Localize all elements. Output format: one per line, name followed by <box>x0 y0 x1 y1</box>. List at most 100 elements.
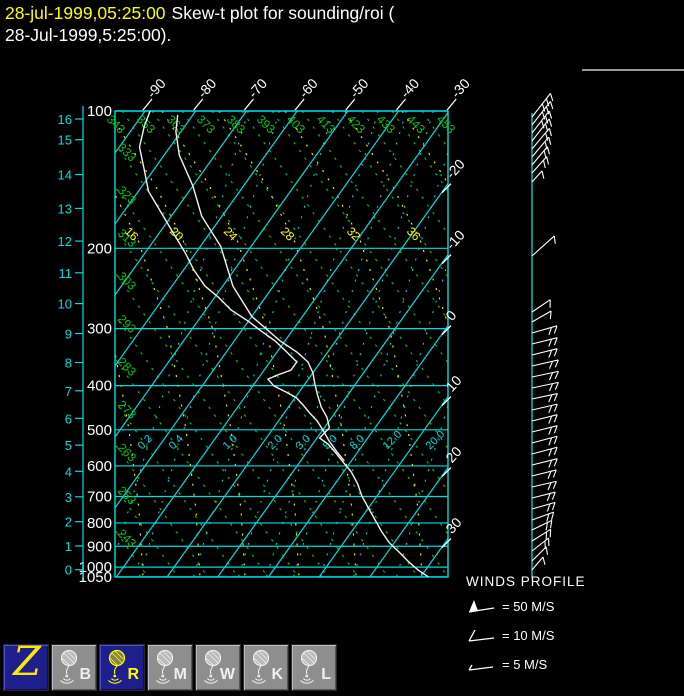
svg-text:300: 300 <box>87 321 112 338</box>
svg-text:10: 10 <box>442 372 464 394</box>
dewpoint-trace <box>138 111 345 462</box>
isotherm-labels-right: -20-100102030 <box>441 156 468 549</box>
svg-text:5: 5 <box>65 438 72 453</box>
toolbar-button-b[interactable]: B <box>51 644 97 691</box>
mixing-ratio-lines <box>115 111 448 577</box>
button-letter: K <box>271 666 283 683</box>
svg-text:13: 13 <box>58 201 72 216</box>
wind-barb-full-icon <box>468 629 495 642</box>
svg-text:30: 30 <box>442 514 464 536</box>
svg-text:11: 11 <box>59 266 73 281</box>
height-axis: 012345678910111213141516 <box>58 106 84 578</box>
svg-text:20: 20 <box>442 443 464 465</box>
pressure-axis: 10020030040050060070080090010001050 <box>79 103 112 586</box>
svg-text:0: 0 <box>442 307 459 324</box>
mixing-ratio-labels: 0.2 0.4 1.0 2.0 3.0 5.0 8.0 12.0 20.0 <box>136 428 448 452</box>
svg-text:403: 403 <box>284 112 308 136</box>
app-window: 28-jul-1999,05:25:00 Skew-t plot for soun… <box>0 0 684 696</box>
legend-row-50ms: = 50 M/S <box>466 595 586 618</box>
legend-label: = 5 M/S <box>502 657 548 672</box>
toolbar-button-m[interactable]: M <box>147 644 193 691</box>
toolbar-button-w[interactable]: W <box>195 644 241 691</box>
temperature-trace <box>175 114 429 577</box>
svg-text:20.0: 20.0 <box>424 428 448 452</box>
svg-text:453: 453 <box>434 112 458 136</box>
isotherm-lines <box>115 111 448 577</box>
zeb-logo: Z <box>13 639 41 685</box>
svg-text:-40: -40 <box>397 75 423 101</box>
plot-border <box>114 110 449 578</box>
svg-text:-30: -30 <box>448 75 474 101</box>
svg-text:243: 243 <box>115 526 139 550</box>
svg-text:4: 4 <box>65 464 72 479</box>
svg-text:8.0: 8.0 <box>348 433 367 452</box>
legend-label: = 50 M/S <box>502 599 555 614</box>
svg-text:0.4: 0.4 <box>167 433 186 452</box>
svg-text:8: 8 <box>65 356 72 371</box>
svg-text:2: 2 <box>65 515 72 530</box>
balloon-icon <box>300 649 318 684</box>
svg-text:423: 423 <box>344 112 368 136</box>
svg-text:353: 353 <box>134 112 158 136</box>
wind-barb-half-icon <box>468 664 494 671</box>
svg-text:-70: -70 <box>245 75 271 101</box>
legend-row-5ms: = 5 M/S <box>466 653 586 676</box>
wind-profile <box>531 93 559 578</box>
legend-label: = 10 M/S <box>502 628 555 643</box>
svg-text:1050: 1050 <box>79 569 112 586</box>
svg-text:10: 10 <box>58 297 72 312</box>
svg-text:600: 600 <box>87 458 112 475</box>
svg-text:400: 400 <box>87 378 112 395</box>
isotherm-labels-top: -90 -80 -70 -60 -50 -40 -30 <box>142 75 474 111</box>
svg-text:800: 800 <box>87 515 112 532</box>
toolbar-button-l[interactable]: L <box>291 644 337 691</box>
svg-text:900: 900 <box>87 538 112 555</box>
svg-text:9: 9 <box>65 326 72 341</box>
svg-text:393: 393 <box>254 112 278 136</box>
svg-text:333: 333 <box>115 140 139 164</box>
button-letter: W <box>219 666 235 683</box>
svg-text:700: 700 <box>87 488 112 505</box>
dry-adiabat-lines <box>115 111 448 577</box>
balloon-icon <box>252 649 270 684</box>
balloon-icon <box>108 649 126 684</box>
svg-text:3.0: 3.0 <box>294 433 313 452</box>
button-letter: B <box>79 666 91 683</box>
svg-text:323: 323 <box>115 183 139 207</box>
svg-text:-50: -50 <box>346 75 372 101</box>
svg-text:12: 12 <box>58 234 72 249</box>
svg-text:12.0: 12.0 <box>381 428 405 452</box>
svg-text:6: 6 <box>65 411 72 426</box>
toolbar-button-k[interactable]: K <box>243 644 289 691</box>
button-letter: R <box>127 666 139 683</box>
svg-text:-20: -20 <box>442 156 468 182</box>
winds-legend: WINDS PROFILE = 50 M/S = 10 M/S = 5 M/S <box>466 574 586 676</box>
svg-text:7: 7 <box>65 384 72 399</box>
svg-text:15: 15 <box>58 133 72 148</box>
svg-text:16: 16 <box>58 112 72 127</box>
svg-text:14: 14 <box>58 168 72 183</box>
svg-text:200: 200 <box>87 240 112 257</box>
svg-text:373: 373 <box>194 112 218 136</box>
svg-text:443: 443 <box>404 112 428 136</box>
winds-legend-title: WINDS PROFILE <box>466 574 586 589</box>
wind-barb-flag-icon <box>468 599 495 613</box>
svg-text:-80: -80 <box>194 75 220 101</box>
button-letter: M <box>173 666 187 683</box>
svg-text:500: 500 <box>87 422 112 439</box>
svg-text:293: 293 <box>115 312 139 336</box>
toolbar-button-zeb-logo[interactable]: Z <box>3 639 49 691</box>
svg-text:273: 273 <box>115 398 139 422</box>
balloon-icon <box>60 649 78 684</box>
svg-text:1: 1 <box>65 539 72 554</box>
svg-text:-90: -90 <box>143 75 169 101</box>
moist-adiabat-labels: 16 20 24 28 32 36 <box>122 224 424 244</box>
toolbar-button-r[interactable]: R <box>99 644 145 691</box>
grid-lines <box>115 111 448 577</box>
svg-text:413: 413 <box>314 112 338 136</box>
svg-text:253: 253 <box>115 483 139 507</box>
svg-text:0: 0 <box>65 563 72 578</box>
legend-row-10ms: = 10 M/S <box>466 624 586 647</box>
isobar-lines <box>115 110 448 578</box>
svg-text:283: 283 <box>115 355 139 379</box>
